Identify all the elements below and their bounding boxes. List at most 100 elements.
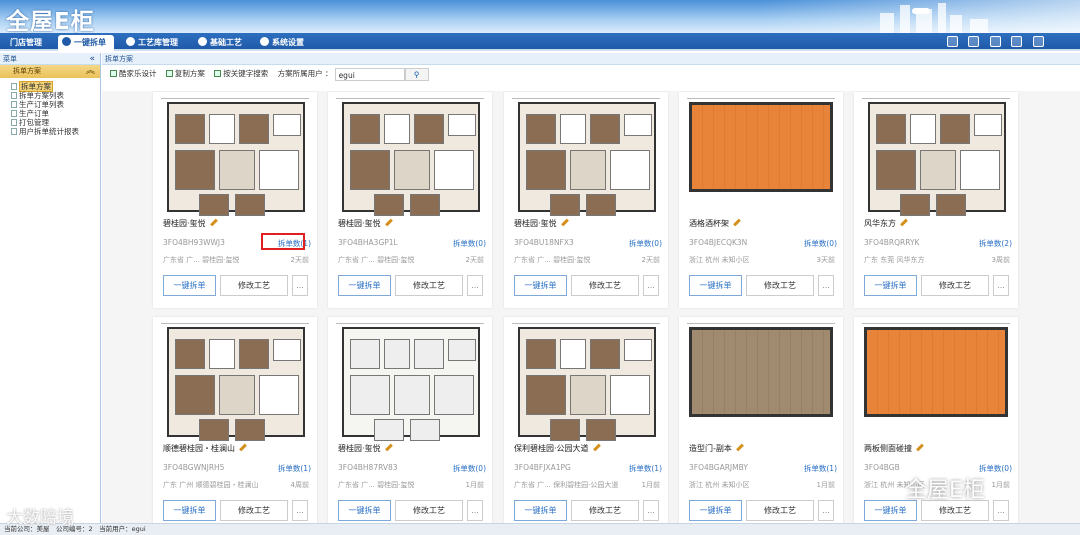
search-icon[interactable]: ⚲: [404, 67, 429, 81]
one-click-split-button[interactable]: 一键拆单: [163, 500, 216, 521]
one-click-split-button[interactable]: 一键拆单: [163, 275, 216, 296]
copy-icon: [165, 70, 173, 77]
edit-pencil-icon[interactable]: [560, 218, 569, 227]
check-icon: [126, 37, 135, 46]
plan-card[interactable]: 碧桂园·玺悦 3FO4BHA3GP1L 拆单数(0) 广东省 广... 碧桂园·…: [328, 92, 492, 308]
one-click-split-button[interactable]: 一键拆单: [689, 275, 742, 296]
modify-process-button[interactable]: 修改工艺: [220, 275, 288, 296]
modify-process-button[interactable]: 修改工艺: [746, 275, 814, 296]
plan-code: 3FO4BH87RV83: [338, 463, 398, 472]
modify-process-button[interactable]: 修改工艺: [921, 275, 989, 296]
floor-plan-thumbnail[interactable]: [860, 96, 1012, 216]
modify-process-button[interactable]: 修改工艺: [571, 500, 639, 521]
tab-store-management[interactable]: 门店管理: [6, 35, 46, 51]
plan-card[interactable]: 保利碧桂园·公园大道 3FO4BFJXA1PG 拆单数(1) 广东省 广... …: [504, 317, 668, 523]
sidebar-section[interactable]: 拆单方案 ︽: [0, 65, 100, 78]
more-button[interactable]: ...: [818, 500, 834, 521]
one-click-split-button[interactable]: 一键拆单: [514, 500, 567, 521]
floor-plan-thumbnail[interactable]: [685, 96, 837, 214]
plan-card[interactable]: 造型门-副本 3FO4BGARJMBY 拆单数(1) 浙江 杭州 未知小区 1月…: [679, 317, 843, 523]
modify-process-button[interactable]: 修改工艺: [220, 500, 288, 521]
lock-icon[interactable]: [968, 36, 980, 47]
more-button[interactable]: ...: [643, 500, 659, 521]
sidebar-item-order-list[interactable]: 生产订单列表: [11, 100, 100, 109]
floor-plan-thumbnail[interactable]: [510, 321, 662, 441]
one-click-split-button[interactable]: 一键拆单: [864, 275, 917, 296]
plan-code: 3FO4BFJXA1PG: [514, 463, 571, 472]
more-button[interactable]: ...: [467, 275, 483, 296]
settings-circle-icon: [260, 37, 269, 46]
more-button[interactable]: ...: [993, 500, 1009, 521]
more-button[interactable]: ...: [643, 275, 659, 296]
modify-process-button[interactable]: 修改工艺: [571, 275, 639, 296]
plan-time: 1月前: [465, 481, 484, 489]
keyword-search-button[interactable]: 按关键字搜索: [214, 65, 268, 83]
floor-plan-thumbnail[interactable]: [159, 321, 311, 441]
modify-process-button[interactable]: 修改工艺: [395, 275, 463, 296]
more-button[interactable]: ...: [292, 500, 308, 521]
owner-input[interactable]: egui: [334, 67, 405, 81]
monitor-icon[interactable]: [946, 36, 958, 47]
edit-pencil-icon[interactable]: [239, 443, 247, 452]
split-count-link[interactable]: 拆单数(1): [804, 463, 837, 474]
split-count-link[interactable]: 拆单数(0): [453, 463, 486, 474]
sidebar-item-user-stats[interactable]: 用户拆单统计报表: [11, 127, 100, 136]
one-click-split-button[interactable]: 一键拆单: [514, 275, 567, 296]
sidebar-item-split-plan-list[interactable]: 拆单方案列表: [11, 91, 100, 100]
split-count-link[interactable]: 拆单数(1): [629, 463, 662, 474]
sidebar-item-order[interactable]: 生产订单: [11, 109, 100, 118]
user-icon[interactable]: [989, 36, 1001, 47]
edit-pencil-icon[interactable]: [736, 443, 744, 452]
floor-plan-thumbnail[interactable]: [510, 96, 662, 216]
one-click-split-button[interactable]: 一键拆单: [338, 275, 391, 296]
more-button[interactable]: ...: [993, 275, 1009, 296]
exit-icon[interactable]: [1033, 36, 1044, 47]
one-click-split-button[interactable]: 一键拆单: [338, 500, 391, 521]
kujiale-design-button[interactable]: 酷家乐设计: [110, 65, 157, 83]
modify-process-button[interactable]: 修改工艺: [746, 500, 814, 521]
edit-pencil-icon[interactable]: [592, 443, 601, 452]
floor-plan-thumbnail[interactable]: [334, 321, 486, 441]
plan-card[interactable]: 碧桂园·玺悦 3FO4BH93WWJ3 拆单数(1) 广东省 广... 碧桂园·…: [153, 92, 317, 308]
main-content: 拆单方案 酷家乐设计 复制方案 按关键字搜索 方案所属用户 ： egui ⚲ 碧桂园…: [102, 53, 1080, 523]
sidebar-item-split-plan[interactable]: 拆单方案: [11, 81, 100, 92]
tab-basic-process[interactable]: 基础工艺: [194, 35, 246, 51]
split-count-link[interactable]: 拆单数(0): [453, 238, 486, 249]
split-count-link[interactable]: 拆单数(0): [629, 238, 662, 249]
floor-plan-thumbnail[interactable]: [860, 321, 1012, 439]
document-icon: [11, 101, 17, 108]
plan-card[interactable]: 碧桂园·玺悦 3FO4BU18NFX3 拆单数(0) 广东省 广... 碧桂园·…: [504, 92, 668, 308]
chevron-up-icon[interactable]: ︽: [86, 65, 95, 78]
split-count-link[interactable]: 拆单数(0): [804, 238, 837, 249]
copy-plan-button[interactable]: 复制方案: [165, 65, 205, 83]
floor-plan-thumbnail[interactable]: [334, 96, 486, 216]
document-icon: [11, 128, 17, 135]
plan-card[interactable]: 风华东方 3FO4BRQRRYK 拆单数(2) 广东 东莞 风华东方 3周前 一…: [854, 92, 1018, 308]
floor-plan-thumbnail[interactable]: [685, 321, 837, 439]
edit-pencil-icon[interactable]: [384, 443, 393, 452]
edit-pencil-icon[interactable]: [384, 218, 393, 227]
more-button[interactable]: ...: [292, 275, 308, 296]
tab-process-library[interactable]: 工艺库管理: [122, 35, 182, 51]
split-count-link[interactable]: 拆单数(1): [278, 463, 311, 474]
modify-process-button[interactable]: 修改工艺: [395, 500, 463, 521]
tab-system-settings[interactable]: 系统设置: [256, 35, 308, 51]
more-button[interactable]: ...: [818, 275, 834, 296]
one-click-split-button[interactable]: 一键拆单: [689, 500, 742, 521]
edit-pencil-icon[interactable]: [209, 218, 218, 227]
plan-card[interactable]: 顺德碧桂园・桂澜山 3FO4BGWNJRH5 拆单数(1) 广东 广州 顺德碧桂…: [153, 317, 317, 523]
plan-title: 碧桂园·玺悦: [338, 443, 393, 454]
edit-pencil-icon[interactable]: [733, 218, 741, 227]
edit-pencil-icon[interactable]: [900, 218, 908, 227]
split-count-link[interactable]: 拆单数(2): [979, 238, 1012, 249]
tab-one-click-split[interactable]: 一键拆单: [58, 35, 114, 51]
sidebar-item-packing[interactable]: 打包管理: [11, 118, 100, 127]
plan-card[interactable]: 酒格酒杯架 3FO4BJECQK3N 拆单数(0) 浙江 杭州 未知小区 3天前…: [679, 92, 843, 308]
plan-card[interactable]: 碧桂园·玺悦 3FO4BH87RV83 拆单数(0) 广东省 广... 碧桂园·…: [328, 317, 492, 523]
gear-icon[interactable]: [1011, 36, 1023, 47]
collapse-icon[interactable]: «: [89, 53, 95, 65]
more-button[interactable]: ...: [467, 500, 483, 521]
check-icon: [62, 37, 71, 46]
edit-pencil-icon[interactable]: [916, 443, 924, 452]
floor-plan-thumbnail[interactable]: [159, 96, 311, 216]
